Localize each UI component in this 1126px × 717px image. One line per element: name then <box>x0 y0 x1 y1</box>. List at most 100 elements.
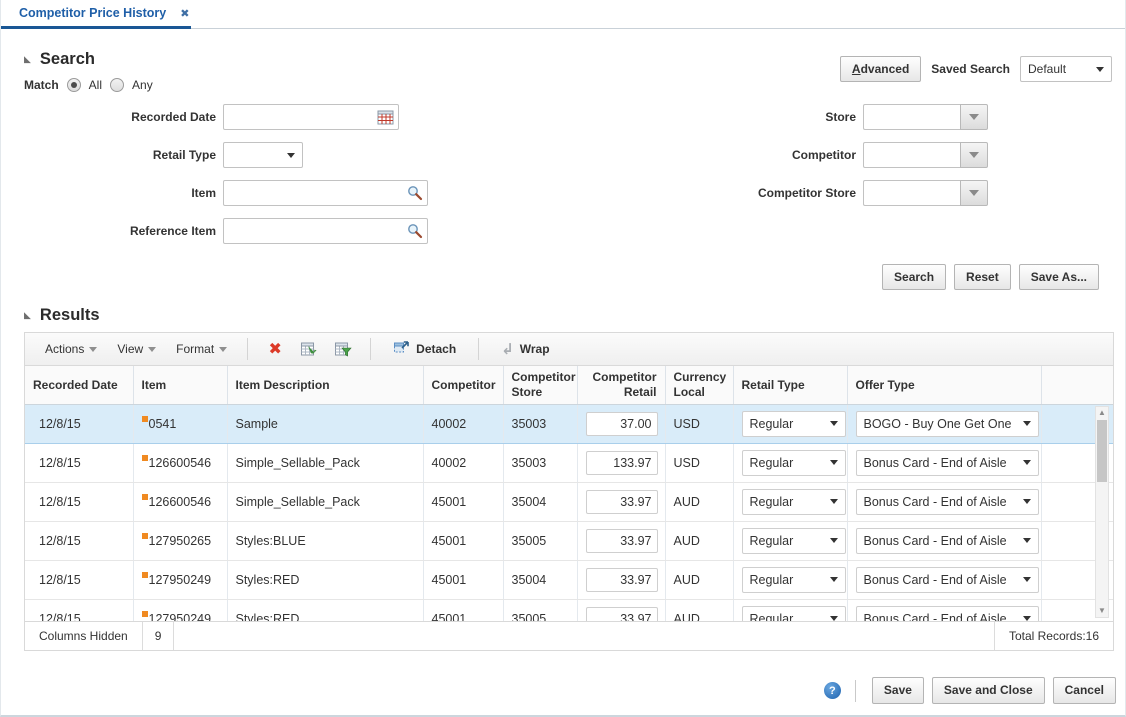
view-menu[interactable]: View <box>109 338 164 360</box>
chevron-down-icon <box>830 577 838 582</box>
offer-type-select[interactable]: Bonus Card - End of Aisle <box>856 567 1039 593</box>
col-header-item-description[interactable]: Item Description <box>227 366 423 404</box>
competitor-retail-input[interactable] <box>586 451 658 475</box>
competitor-retail-input[interactable] <box>586 529 658 553</box>
wrap-button[interactable]: ↲ Wrap <box>491 340 559 358</box>
advanced-button[interactable]: AAdvanceddvanced <box>840 56 921 82</box>
competitor-retail-input[interactable] <box>586 490 658 514</box>
offer-type-select[interactable]: Bonus Card - End of Aisle <box>856 489 1039 515</box>
query-by-example-icon[interactable] <box>328 337 358 361</box>
detach-button[interactable]: Detach <box>383 339 466 359</box>
cancel-button[interactable]: Cancel <box>1053 677 1116 703</box>
scrollbar-thumb[interactable] <box>1097 420 1107 482</box>
tab-title: Competitor Price History <box>19 6 166 20</box>
results-collapse-icon[interactable]: ◣ <box>24 311 31 320</box>
search-button[interactable]: Search <box>882 264 946 290</box>
store-input[interactable] <box>863 104 960 130</box>
save-as-button[interactable]: Save As... <box>1019 264 1099 290</box>
chevron-down-icon <box>830 538 838 543</box>
col-header-offer-type[interactable]: Offer Type <box>847 366 1041 404</box>
competitor-combobox[interactable] <box>863 142 988 168</box>
footer-action-bar: ? Save Save and Close Cancel <box>1 677 1116 703</box>
vertical-scrollbar[interactable]: ▲ ▼ <box>1095 406 1109 618</box>
modified-indicator-icon <box>142 455 148 461</box>
tab-close-icon[interactable]: ✖ <box>180 7 189 20</box>
col-header-retail-type[interactable]: Retail Type <box>733 366 847 404</box>
col-header-competitor-store[interactable]: Competitor Store <box>503 366 577 404</box>
store-dropdown-button[interactable] <box>960 104 988 130</box>
table-row[interactable]: 12/8/15 0541 Sample 40002 35003 USD Regu… <box>25 404 1113 443</box>
save-and-close-button[interactable]: Save and Close <box>932 677 1045 703</box>
table-row[interactable]: 12/8/15 126600546 Simple_Sellable_Pack 4… <box>25 443 1113 482</box>
results-section-title: Results <box>40 306 100 325</box>
col-header-competitor[interactable]: Competitor <box>423 366 503 404</box>
chevron-down-icon <box>830 421 838 426</box>
competitor-store-combobox[interactable] <box>863 180 988 206</box>
col-header-currency-local[interactable]: Currency Local <box>665 366 733 404</box>
help-icon[interactable]: ? <box>824 682 841 699</box>
table-row[interactable]: 12/8/15 127950249 Styles:RED 45001 35005… <box>25 599 1113 621</box>
offer-type-select[interactable]: Bonus Card - End of Aisle <box>856 606 1039 622</box>
search-lov-icon[interactable] <box>407 223 423 244</box>
store-combobox[interactable] <box>863 104 988 130</box>
offer-type-select[interactable]: BOGO - Buy One Get One <box>856 411 1039 437</box>
retail-type-select[interactable]: Regular <box>742 528 846 554</box>
reference-item-input[interactable] <box>224 219 427 243</box>
chevron-down-icon <box>148 347 156 352</box>
chevron-down-icon <box>1023 460 1031 465</box>
scroll-up-icon[interactable]: ▲ <box>1096 407 1108 419</box>
competitor-dropdown-button[interactable] <box>960 142 988 168</box>
scroll-down-icon[interactable]: ▼ <box>1096 605 1108 617</box>
retail-type-select[interactable]: Regular <box>742 450 846 476</box>
retail-type-select[interactable]: Regular <box>742 567 846 593</box>
format-menu[interactable]: Format <box>168 338 235 360</box>
chevron-down-icon <box>287 153 295 158</box>
competitor-retail-input[interactable] <box>586 568 658 592</box>
saved-search-dropdown[interactable]: Default <box>1020 56 1112 82</box>
recorded-date-input[interactable] <box>224 105 398 129</box>
search-section-title: Search <box>40 50 95 69</box>
retail-type-select[interactable]: Regular <box>742 411 846 437</box>
competitor-price-history-window: Competitor Price History ✖ ◣ Search AAdv… <box>0 0 1126 717</box>
results-section: ◣ Results Actions View Format ✖ <box>24 306 1112 651</box>
search-lov-icon[interactable] <box>407 185 423 206</box>
tab-competitor-price-history[interactable]: Competitor Price History ✖ <box>1 0 205 26</box>
save-button[interactable]: Save <box>872 677 924 703</box>
offer-type-select[interactable]: Bonus Card - End of Aisle <box>856 528 1039 554</box>
recorded-date-label: Recorded Date <box>24 110 216 124</box>
calendar-icon[interactable] <box>377 109 394 131</box>
export-to-excel-icon[interactable] <box>294 337 324 361</box>
competitor-store-input[interactable] <box>863 180 960 206</box>
retail-type-label: Retail Type <box>24 148 216 162</box>
col-header-competitor-retail[interactable]: Competitor Retail <box>577 366 665 404</box>
table-status-bar: Columns Hidden 9 Total Records:16 <box>25 621 1113 650</box>
retail-type-select[interactable]: Regular <box>742 606 846 622</box>
search-collapse-icon[interactable]: ◣ <box>24 55 31 64</box>
match-any-radio[interactable] <box>110 78 124 92</box>
competitor-retail-input[interactable] <box>586 412 658 436</box>
item-input[interactable] <box>224 181 427 205</box>
retail-type-select[interactable]: Regular <box>742 489 846 515</box>
table-row[interactable]: 12/8/15 127950249 Styles:RED 45001 35004… <box>25 560 1113 599</box>
total-records: Total Records:16 <box>994 622 1113 650</box>
actions-menu[interactable]: Actions <box>37 338 105 360</box>
match-all-label: All <box>89 78 102 92</box>
table-row[interactable]: 12/8/15 127950265 Styles:BLUE 45001 3500… <box>25 521 1113 560</box>
retail-type-dropdown[interactable] <box>223 142 303 168</box>
col-header-item[interactable]: Item <box>133 366 227 404</box>
col-header-recorded-date[interactable]: Recorded Date <box>25 366 133 404</box>
match-all-radio[interactable] <box>67 78 81 92</box>
delete-icon[interactable]: ✖ <box>260 337 290 361</box>
footer-separator <box>855 680 856 702</box>
match-any-label: Any <box>132 78 153 92</box>
competitor-store-dropdown-button[interactable] <box>960 180 988 206</box>
table-row[interactable]: 12/8/15 126600546 Simple_Sellable_Pack 4… <box>25 482 1113 521</box>
chevron-down-icon <box>1023 499 1031 504</box>
chevron-down-icon <box>830 460 838 465</box>
competitor-retail-input[interactable] <box>586 607 658 622</box>
competitor-input[interactable] <box>863 142 960 168</box>
chevron-down-icon <box>830 499 838 504</box>
offer-type-select[interactable]: Bonus Card - End of Aisle <box>856 450 1039 476</box>
reset-button[interactable]: Reset <box>954 264 1011 290</box>
chevron-down-icon <box>1096 67 1104 72</box>
